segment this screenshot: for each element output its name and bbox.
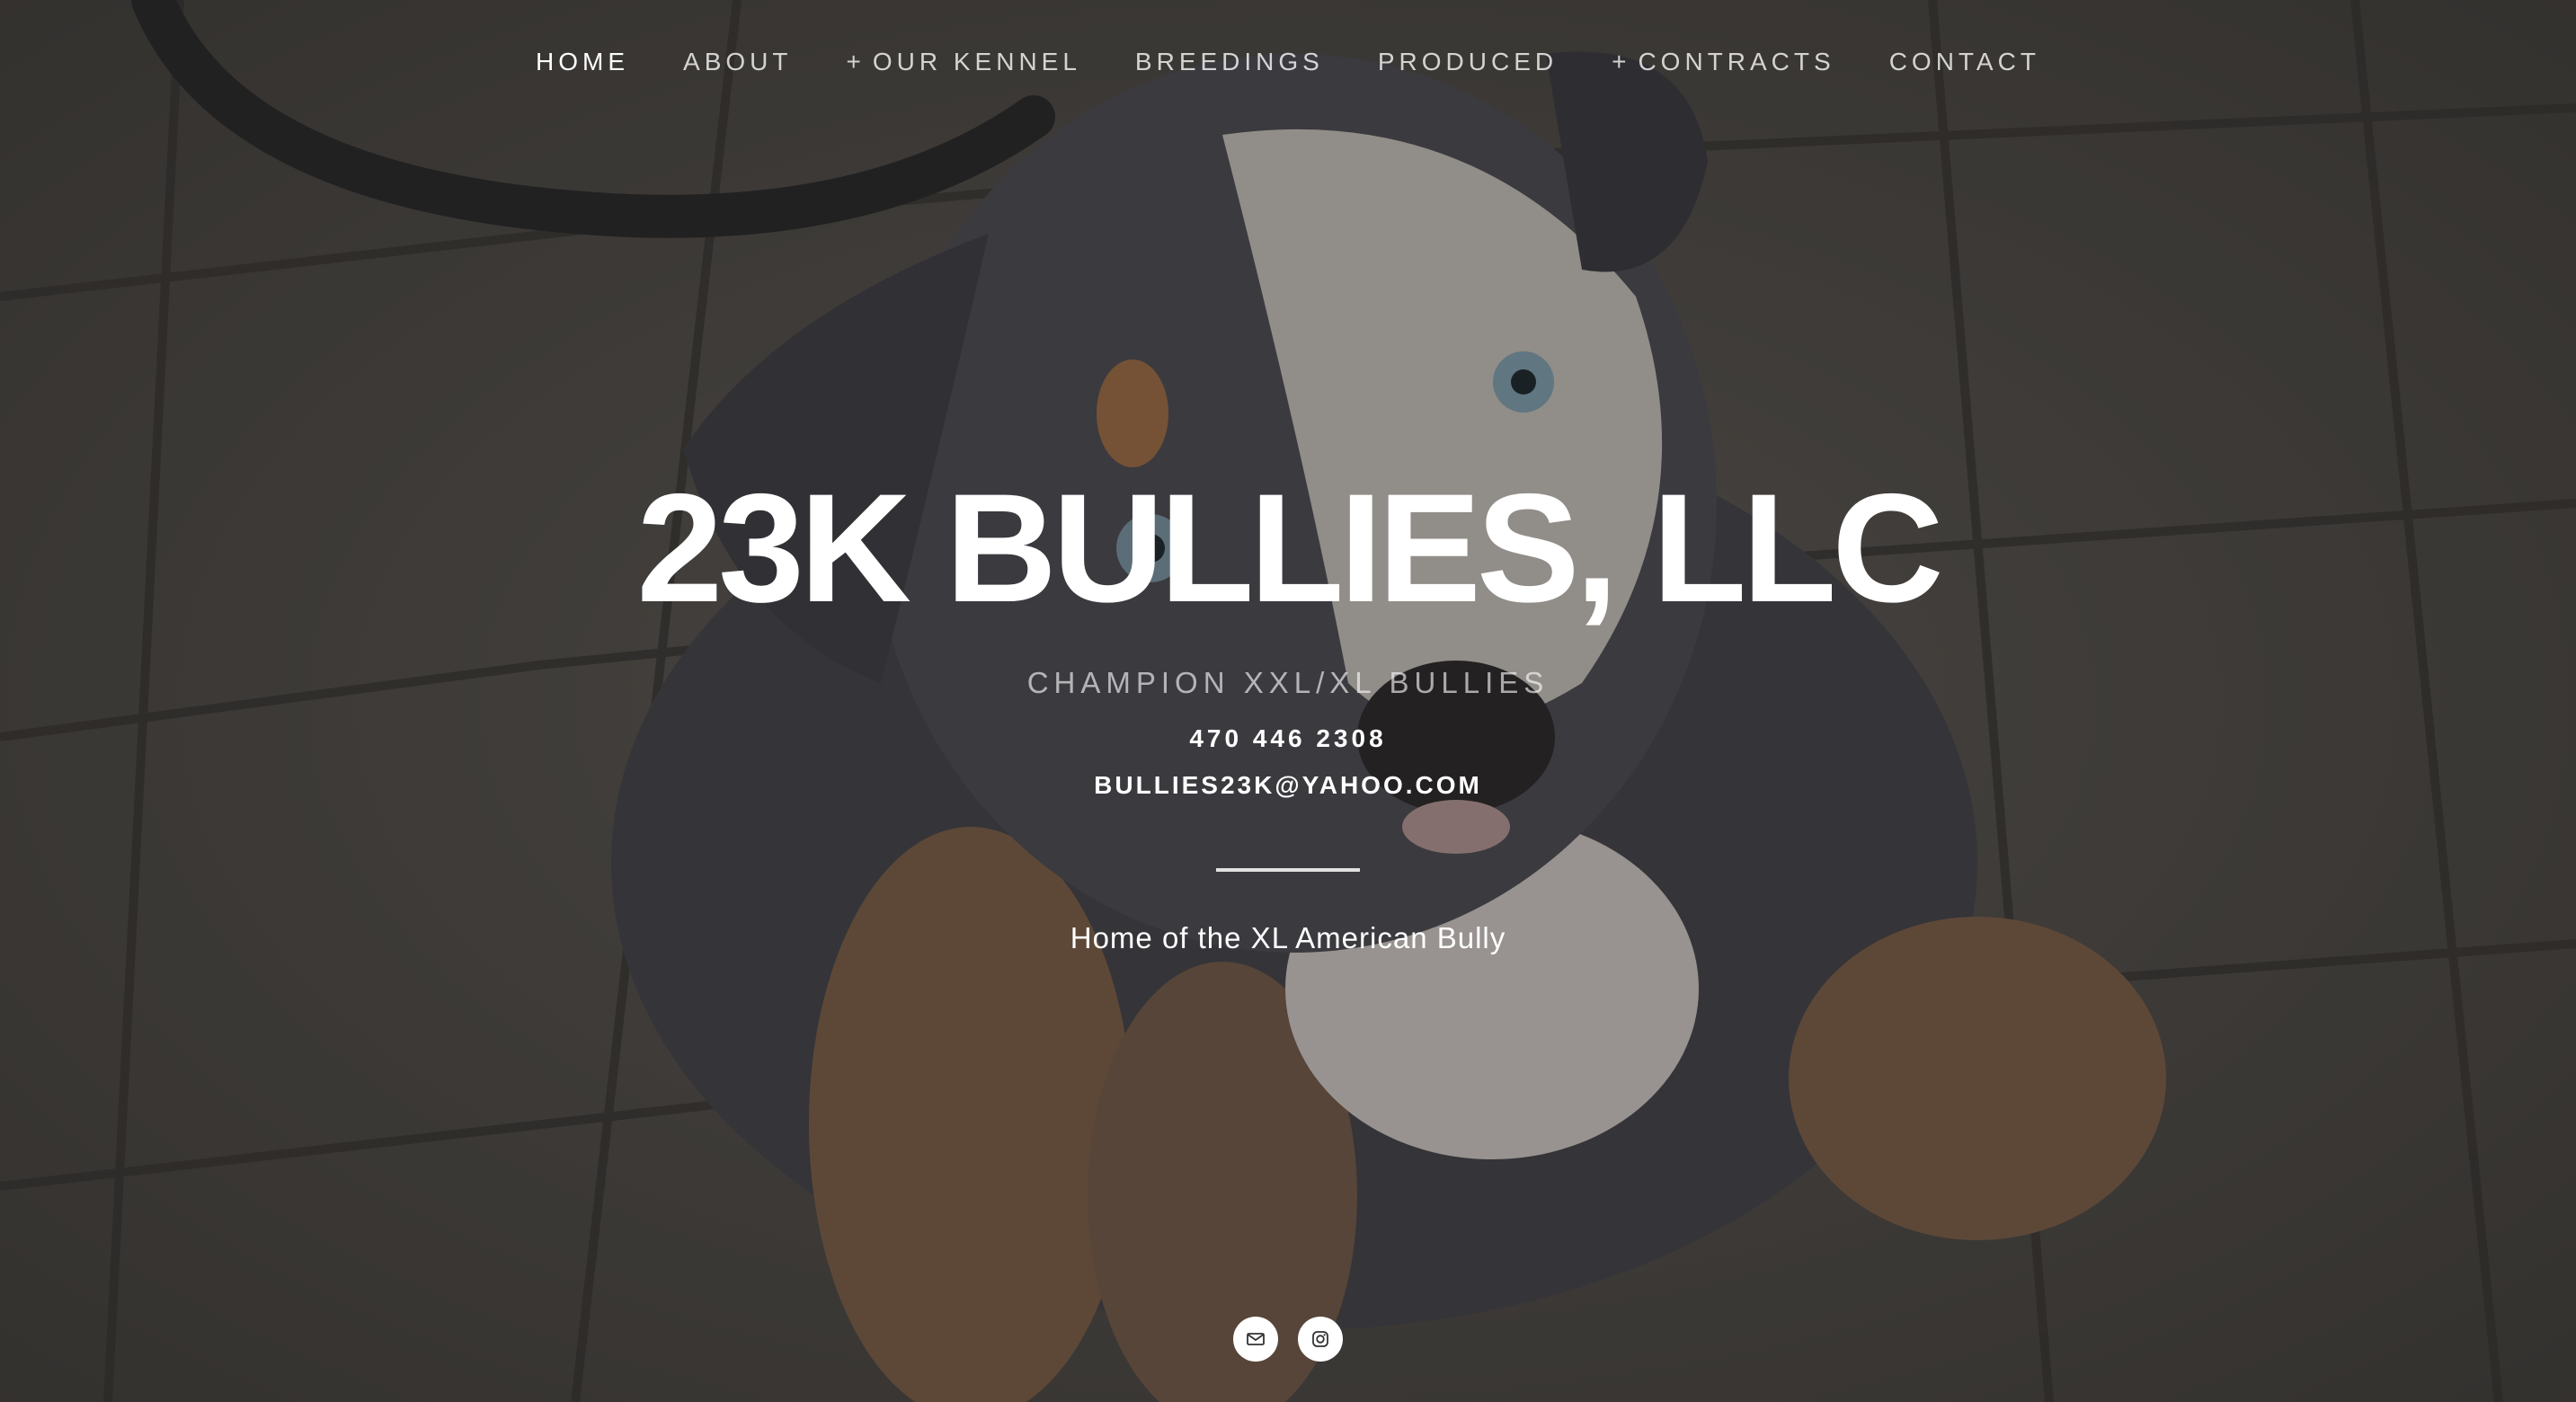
site-title: 23K BULLIES, LLC <box>636 462 1943 634</box>
nav-item-our-kennel[interactable]: + OUR KENNEL <box>820 47 1108 77</box>
social-links <box>0 1317 2576 1362</box>
instagram-icon[interactable] <box>1298 1317 1343 1362</box>
nav-item-label: CONTRACTS <box>1638 48 1835 75</box>
nav-item-label: BREEDINGS <box>1134 48 1324 75</box>
email-address: BULLIES23K@YAHOO.COM <box>1094 771 1482 799</box>
nav-item-home[interactable]: HOME <box>509 47 656 77</box>
divider <box>1216 868 1360 872</box>
nav-item-produced[interactable]: PRODUCED <box>1351 47 1585 77</box>
nav-item-label: HOME <box>536 48 630 75</box>
main-navigation: HOME ABOUT + OUR KENNEL BREEDINGS PRODUCE… <box>0 47 2576 77</box>
nav-item-label: ABOUT <box>683 48 793 75</box>
site-tagline: CHAMPION XXL/XL BULLIES <box>1026 666 1550 699</box>
nav-item-label: OUR KENNEL <box>872 48 1081 75</box>
hero-subtitle: Home of the XL American Bully <box>1070 921 1506 954</box>
mail-icon[interactable] <box>1233 1317 1278 1362</box>
nav-item-breedings[interactable]: BREEDINGS <box>1108 47 1351 77</box>
nav-item-label: PRODUCED <box>1377 48 1559 75</box>
hero-content: 23K BULLIES, LLC CHAMPION XXL/XL BULLIES… <box>0 458 2576 956</box>
submenu-plus-icon: + <box>1612 48 1631 75</box>
phone-number: 470 446 2308 <box>1189 724 1387 752</box>
nav-item-contracts[interactable]: + CONTRACTS <box>1585 47 1862 77</box>
nav-item-about[interactable]: ABOUT <box>656 47 819 77</box>
submenu-plus-icon: + <box>846 48 866 75</box>
nav-item-contact[interactable]: CONTACT <box>1862 47 2067 77</box>
nav-item-label: CONTACT <box>1888 48 2040 75</box>
